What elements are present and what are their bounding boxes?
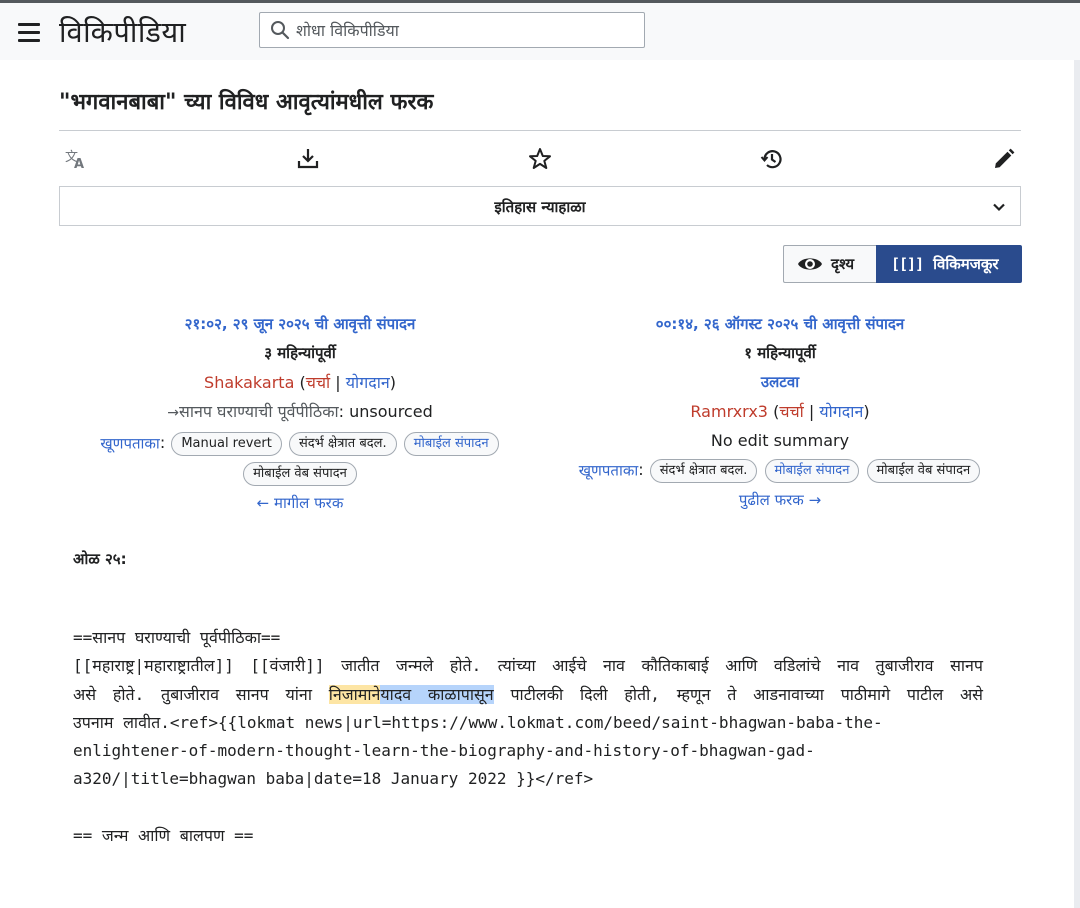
old-revision-tags-cont: मोबाईल वेब संपादन xyxy=(60,459,540,489)
wikitext-brackets-icon: [[]] xyxy=(891,255,924,273)
undo-link[interactable]: उलटवा xyxy=(540,368,1020,397)
search-icon xyxy=(271,21,290,40)
site-logo[interactable]: विकिपीडिया xyxy=(59,12,186,51)
new-revision-tags: खूणपताका: संदर्भ क्षेत्रात बदल. मोबाईल स… xyxy=(540,455,1020,486)
diff-text: पाटीलकी दिली होती, म्हणून ते आडनावाच्या … xyxy=(493,684,983,704)
previous-diff-link[interactable]: ← मागील फरक xyxy=(60,489,540,518)
tags-label-link[interactable]: खूणपताका xyxy=(100,435,159,453)
old-revision-summary: →सानप घराण्याची पूर्वपीठिका: unsourced xyxy=(60,397,540,428)
old-revision-talk-link[interactable]: चर्चा xyxy=(306,373,330,392)
diff-removed-word: निजामाने xyxy=(328,684,381,704)
new-revision-summary: No edit summary xyxy=(710,431,850,450)
tags-label-link[interactable]: खूणपताका xyxy=(579,462,638,480)
visual-diff-label: दृश्य xyxy=(831,255,855,273)
new-revision-age: १ महिन्यापूर्वी xyxy=(744,344,816,362)
view-history-dropdown[interactable]: इतिहास न्याहाळा xyxy=(59,186,1021,226)
scrollbar[interactable] xyxy=(1074,60,1080,908)
tag-badge: मोबाईल वेब संपादन xyxy=(243,462,357,486)
download-icon[interactable] xyxy=(295,146,321,172)
summary-text: : unsourced xyxy=(338,402,433,421)
old-revision-tags: खूणपताका: Manual revert संदर्भ क्षेत्रात… xyxy=(60,428,540,459)
wikitext-diff-button[interactable]: [[]] विकिमजकूर xyxy=(876,245,1022,283)
diff-line: उपनाम लावीत.<ref>{{lokmat news|url=https… xyxy=(73,712,883,732)
main-menu-icon[interactable] xyxy=(18,23,40,42)
tag-badge: संदर्भ क्षेत्रात बदल. xyxy=(649,458,758,483)
svg-text:A: A xyxy=(74,157,84,172)
diff-added-word: यादव काळापासून xyxy=(380,684,494,704)
old-revision-age: ३ महिन्यांपूर्वी xyxy=(264,344,336,362)
old-revision-user-link[interactable]: Shakakarta xyxy=(204,373,294,392)
summary-section-name: सानप घराण्याची पूर्वपीठिका xyxy=(179,402,339,421)
new-revision-user-link[interactable]: Ramrxrx3 xyxy=(690,402,768,421)
visual-diff-button[interactable]: दृश्य xyxy=(783,245,876,283)
tag-badge: Manual revert xyxy=(171,431,282,456)
watch-star-icon[interactable] xyxy=(527,146,553,172)
diff-context-block: ==सानप घराण्याची पूर्वपीठिका== [[महाराष्… xyxy=(73,624,983,850)
new-revision-contribs-link[interactable]: योगदान xyxy=(819,402,863,421)
diff-view-toggle: दृश्य [[]] विकिमजकूर xyxy=(783,245,1022,283)
edit-pencil-icon[interactable] xyxy=(991,146,1017,172)
view-history-label: इतिहास न्याहाळा xyxy=(494,198,586,216)
old-revision-contribs-link[interactable]: योगदान xyxy=(346,373,390,392)
new-revision-talk-link[interactable]: चर्चा xyxy=(779,402,803,421)
diff-line: == जन्म आणि बालपण == xyxy=(73,826,254,846)
tag-badge: संदर्भ क्षेत्रात बदल. xyxy=(288,431,397,456)
new-revision-title-link[interactable]: ००:१४, २६ ऑगस्ट २०२५ ची आवृत्ती संपादन xyxy=(540,310,1020,339)
diff-line-blank xyxy=(73,794,983,822)
wikitext-diff-label: विकिमजकूर xyxy=(933,255,999,273)
history-icon[interactable] xyxy=(759,146,785,172)
title-divider xyxy=(59,130,1021,131)
tag-badge: मोबाईल वेब संपादन xyxy=(866,458,981,483)
search-input[interactable] xyxy=(296,17,636,43)
site-header: विकिपीडिया xyxy=(0,3,1080,60)
diff-line: ==सानप घराण्याची पूर्वपीठिका== xyxy=(73,628,281,647)
diff-line-changed: असे होते. तुबाजीराव सानप यांना निजामानेय… xyxy=(73,681,983,709)
language-icon[interactable]: 文 A xyxy=(63,146,89,172)
old-revision-column: २१:०२, २९ जून २०२५ ची आवृत्ती संपादन ३ म… xyxy=(60,310,540,518)
chevron-down-icon xyxy=(993,203,1005,212)
old-revision-title-link[interactable]: २१:०२, २९ जून २०२५ ची आवृत्ती संपादन xyxy=(60,310,540,339)
old-revision-user-line: Shakakarta (चर्चा | योगदान) xyxy=(204,373,396,392)
tag-badge[interactable]: मोबाईल संपादन xyxy=(764,458,860,483)
diff-line: enlightener-of-modern-thought-learn-the-… xyxy=(73,741,815,761)
new-revision-user-line: Ramrxrx3 (चर्चा | योगदान) xyxy=(690,402,870,421)
diff-line-number: ओळ २५: xyxy=(73,550,127,568)
diff-line: a320/|title=bhagwan baba|date=18 January… xyxy=(73,769,594,789)
new-revision-column: ००:१४, २६ ऑगस्ट २०२५ ची आवृत्ती संपादन १… xyxy=(540,310,1020,515)
next-diff-link[interactable]: पुढील फरक → xyxy=(540,486,1020,515)
search-box[interactable] xyxy=(259,12,645,48)
page-actions-toolbar: 文 A xyxy=(59,140,1021,178)
diff-line: [[महाराष्ट्र|महाराष्ट्रातील]] [[वंजारी]]… xyxy=(73,656,983,676)
diff-text: असे होते. तुबाजीराव सानप यांना xyxy=(73,684,329,704)
page-title: "भगवानबाबा" च्या विविध आवृत्यांमधील फरक xyxy=(59,89,434,115)
tag-badge[interactable]: मोबाईल संपादन xyxy=(403,431,499,456)
eye-icon xyxy=(798,258,822,270)
section-link-arrow[interactable]: → xyxy=(167,405,179,421)
